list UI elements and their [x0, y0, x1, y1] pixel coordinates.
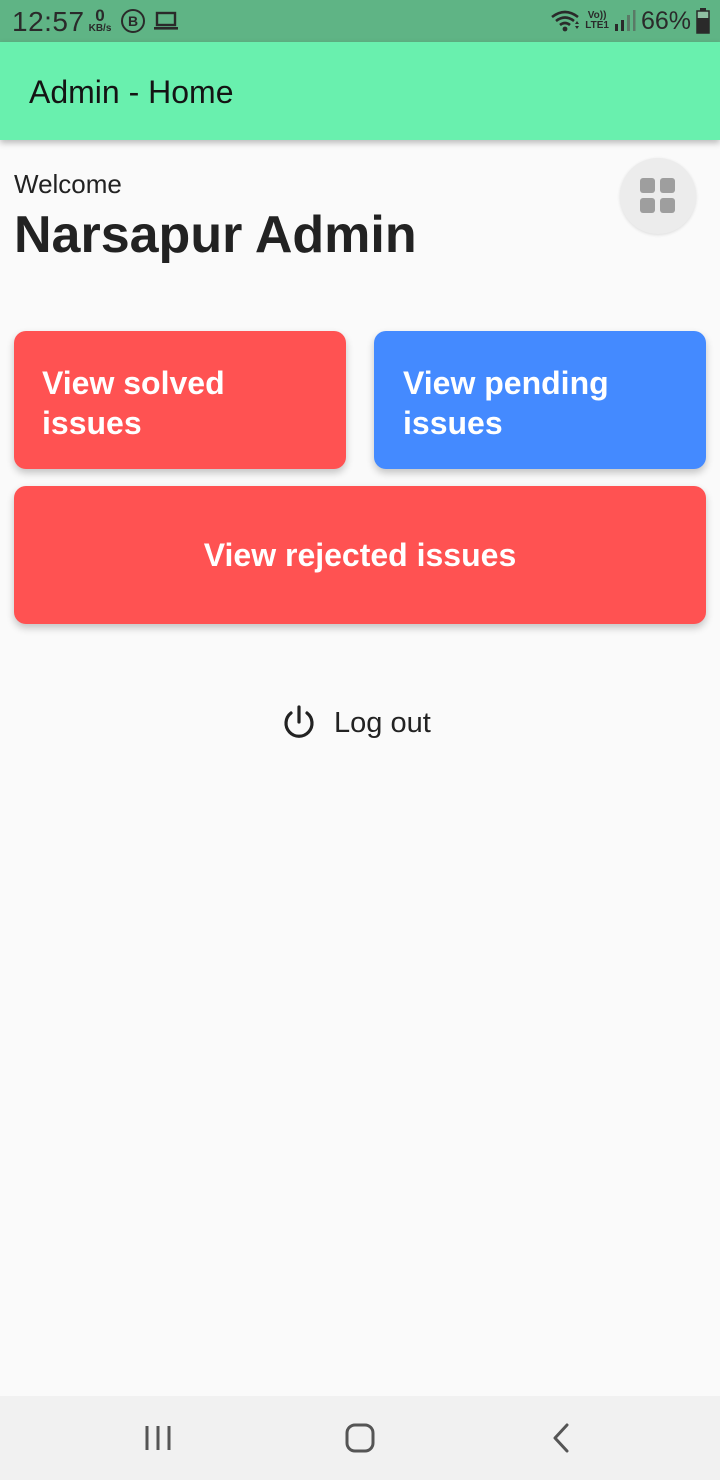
battery-icon [696, 8, 710, 34]
recents-icon[interactable] [139, 1418, 179, 1458]
system-nav-bar [0, 1396, 720, 1480]
welcome-text: Welcome [14, 169, 122, 199]
view-pending-issues-label: View pending issues [403, 365, 609, 441]
app-bar: Admin - Home [0, 42, 720, 140]
screen: 12:57 0 KB/s B Vo)) LTE1 66% Admin - Hom… [0, 0, 720, 1480]
status-right-group: Vo)) LTE1 66% [550, 6, 710, 36]
view-rejected-issues-label: View rejected issues [203, 537, 517, 573]
home-icon[interactable] [340, 1418, 380, 1458]
signal-icon [614, 10, 636, 31]
volte-bottom: LTE1 [585, 20, 609, 31]
logout-button[interactable]: Log out [282, 703, 431, 743]
battery-percent: 66% [640, 7, 691, 35]
admin-name: Narsapur Admin [14, 206, 417, 264]
wifi-icon [551, 10, 580, 32]
view-solved-issues-button[interactable]: View solved issues [14, 331, 346, 469]
view-pending-issues-button[interactable]: View pending issues [374, 331, 706, 469]
net-speed-unit: KB/s [88, 23, 112, 34]
net-speed-value: 0 [95, 6, 105, 25]
grid-view-icon [640, 178, 675, 213]
app-title: Admin - Home [29, 74, 234, 110]
logout-label: Log out [334, 706, 431, 739]
net-speed-indicator: 0 KB/s [86, 7, 114, 37]
grid-view-button[interactable] [620, 158, 696, 234]
b-badge-icon: B [121, 9, 145, 33]
status-bar: 12:57 0 KB/s B Vo)) LTE1 66% [0, 0, 720, 42]
view-rejected-issues-button[interactable]: View rejected issues [14, 486, 706, 624]
back-icon[interactable] [541, 1418, 581, 1458]
volte-indicator: Vo)) LTE1 [585, 11, 609, 31]
status-time: 12:57 [12, 6, 85, 37]
view-solved-issues-label: View solved issues [42, 365, 225, 441]
laptop-icon [154, 11, 178, 30]
power-icon [284, 705, 314, 738]
